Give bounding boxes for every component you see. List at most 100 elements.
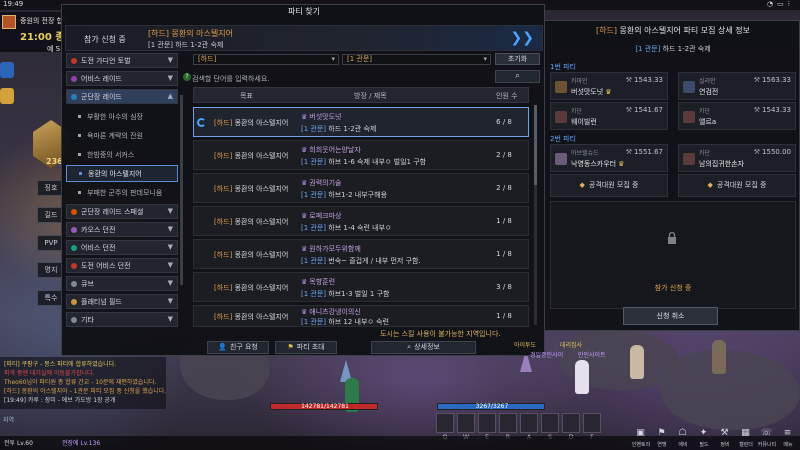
raid-item[interactable]: 부패한 군주의 판데모니움 — [66, 184, 178, 201]
table-row[interactable]: [하드] 몽환의 아스텔지어 ♛ 로페크마상 [1 관문] 하브 1-4 숙련 내… — [193, 206, 529, 236]
system-menu-icon[interactable]: ✦ — [696, 428, 711, 441]
column-header: 목표 — [240, 92, 253, 100]
chat-message: 피격 중엔 대기실에 이동불가합니다. — [4, 370, 95, 377]
chevron-down-icon: ▼ — [167, 225, 173, 233]
recruit-slot[interactable]: ◆ 공격대원 모집 중 — [678, 174, 796, 197]
skill-slot[interactable] — [520, 413, 538, 433]
system-menu-label: 인벤토리 — [631, 442, 651, 448]
application-banner[interactable]: 참가 신청 중 [하드] 몽환의 아스텔지어 [1 관문] 하드 1-2관 숙제… — [65, 25, 543, 51]
category-item[interactable]: 군단장 레이드 ▲ — [66, 89, 178, 104]
system-menu-icon[interactable]: ⚒ — [717, 428, 732, 441]
item-level-value: 1543.33 — [634, 76, 663, 84]
member-class: 카단 — [699, 108, 711, 115]
recruit-slot[interactable]: ◆ 공격대원 모집 중 — [550, 174, 668, 197]
stage-select[interactable]: [1 관문] ▾ — [342, 54, 491, 65]
chevron-right-icon[interactable]: ❯❯ — [511, 30, 534, 46]
chevron-down-icon: ▼ — [167, 243, 173, 251]
category-item[interactable]: 큐브 ▼ — [66, 276, 178, 291]
system-menu-icon[interactable]: ☖ — [675, 428, 690, 441]
table-row[interactable]: [하드] 몽환의 아스텔지어 ♛ 목향훈련 [1 관문] 하브1-3 벌일 1 구… — [193, 272, 529, 302]
search-icon: ⌕ — [514, 71, 521, 81]
party-finder-window: 파티 찾기 참가 신청 중 [하드] 몽환의 아스텔지어 [1 관문] 하드 1… — [61, 4, 545, 356]
table-row[interactable]: [하드] 몽환의 아스텔지어 ♛ 희희웃어는양날자 [1 관문] 하브 1-6 숙… — [193, 140, 529, 170]
chat-input[interactable]: 지역 — [0, 415, 200, 425]
skill-slot[interactable] — [583, 413, 601, 433]
table-row[interactable]: [하드] 몽환의 아스텔지어 ♛ 버섯맛도넛 [1 관문] 하드 1-2관 숙제 … — [193, 107, 529, 137]
system-menu-label: 필드 — [699, 442, 709, 448]
row-stage: [1 관문] — [301, 125, 327, 133]
skill-slot[interactable] — [478, 413, 496, 433]
category-item[interactable]: 플래티넘 필드 ▼ — [66, 294, 178, 309]
cancel-application-button[interactable]: 신청 취소 — [623, 307, 718, 325]
row-desc-text: 하브1-2 내부구해용 — [328, 191, 388, 199]
event-icon — [2, 15, 16, 29]
table-row[interactable]: [하드] 몽환의 아스텔지어 ♛ 애니츠강냉이의신 [1 관문] 하브 12 내부… — [193, 305, 529, 327]
category-item[interactable]: 카오스 던전 ▼ — [66, 222, 178, 237]
chevron-down-icon: ▼ — [167, 297, 173, 305]
class-icon — [555, 111, 567, 123]
party-member[interactable]: 카단 웨이빌런 ⚒ 1541.67 — [550, 102, 668, 130]
chevron-down-icon: ▼ — [167, 56, 173, 64]
system-menu-label: 연맹 — [657, 442, 667, 448]
search-button[interactable]: ⌕ — [495, 70, 540, 83]
member-name-text: 버섯맛도넛 — [571, 88, 604, 96]
table-scrollbar[interactable] — [534, 105, 537, 325]
item-level-value: 1543.33 — [762, 106, 791, 114]
row-dungeon: [하드] 몽환의 아스텔지어 — [214, 250, 288, 260]
system-menu-icon[interactable]: ≡ — [780, 428, 795, 441]
party-member[interactable]: 카단 앨르a ⚒ 1543.33 — [678, 102, 796, 130]
mp-bar: 3267/3267 — [437, 403, 545, 410]
table-row[interactable]: [하드] 몽환의 아스텔지어 ♛ 권력의기술 [1 관문] 하브1-2 내부구해용… — [193, 173, 529, 203]
party-invite-button[interactable]: ⚑ 파티 초대 — [275, 341, 337, 354]
category-icon — [71, 244, 77, 251]
raid-item-selected[interactable]: 몽환의 아스텔지어 — [66, 165, 178, 182]
skill-slot[interactable] — [499, 413, 517, 433]
raid-item[interactable]: 욕마른 계략의 잔원 — [66, 127, 178, 144]
category-scrollbar[interactable] — [180, 95, 183, 285]
party-member[interactable]: 카단 남의집귀한손자 ⚒ 1550.00 — [678, 144, 796, 172]
reset-button[interactable]: 초기화 — [495, 53, 540, 65]
category-item[interactable]: 도전 가디언 토벌 ▼ — [66, 53, 178, 68]
member-name: 낙영동스카우터 ♛ — [571, 159, 624, 169]
party-member[interactable]: 실리안 연검전 ⚒ 1563.33 — [678, 72, 796, 100]
category-item[interactable]: 어비스 레이드 ▼ — [66, 71, 178, 86]
category-item[interactable]: 군단장 레이드 스페셜 ▼ — [66, 204, 178, 219]
skill-slot[interactable] — [541, 413, 559, 433]
recruit-icon: ◆ — [579, 181, 585, 189]
friend-request-button[interactable]: 👤 친구 요청 — [207, 341, 269, 354]
buff-icon[interactable] — [0, 62, 14, 78]
chat-window[interactable]: [파티] 쿠팡구 - 몽스 파티에 합류하였습니다. 피격 중엔 대기실에 이동… — [0, 357, 166, 409]
raid-item[interactable]: 부활한 아수의 심장 — [66, 108, 178, 125]
event-tracker[interactable]: 중원의 전장 합류 21:00 종료 예 S — [0, 12, 74, 53]
leader-name: 희희웃어는양날자 — [309, 146, 361, 154]
detail-info-button[interactable]: ⌕ 상세정보 — [371, 341, 476, 354]
system-menu-icon[interactable]: ⚑ — [654, 428, 669, 441]
category-item[interactable]: 도전 어비스 던전 ▼ — [66, 258, 178, 273]
system-menu-icon[interactable]: ▣ — [633, 428, 648, 441]
chevron-down-icon: ▾ — [483, 55, 487, 63]
skill-slot[interactable] — [436, 413, 454, 433]
party-member[interactable]: 카마인 버섯맛도넛 ♛ ⚒ 1543.33 — [550, 72, 668, 100]
table-row[interactable]: [하드] 몽환의 아스텔지어 ♛ 원하가모두위함께 [1 관문] 번숙~ 즐겁게 … — [193, 239, 529, 269]
row-dungeon: [하드] 몽환의 아스텔지어 — [214, 151, 288, 161]
difficulty-select[interactable]: [하드] ▾ — [193, 54, 339, 65]
lock-icon — [668, 232, 676, 244]
category-item[interactable]: 기타 ▼ — [66, 312, 178, 327]
category-item[interactable]: 어비스 던전 ▼ — [66, 240, 178, 255]
scrollbar-thumb[interactable] — [534, 105, 537, 185]
item-level: ⚒ 1543.33 — [754, 106, 791, 114]
row-stage: [1 관문] — [301, 290, 327, 298]
raid-item[interactable]: 한밤중의 서커스 — [66, 146, 178, 163]
system-menu-icon[interactable]: ▦ — [738, 428, 753, 441]
system-menu-icon[interactable]: ☏ — [759, 428, 774, 441]
chevron-down-icon: ▼ — [167, 315, 173, 323]
skill-slot[interactable] — [457, 413, 475, 433]
member-class: 아브렐슈드 — [571, 150, 599, 157]
skill-slot[interactable] — [562, 413, 580, 433]
chevron-down-icon: ▼ — [167, 279, 173, 287]
item-level-value: 1563.33 — [762, 76, 791, 84]
item-level-value: 1550.00 — [762, 148, 791, 156]
row-member-count: 6 / 8 — [496, 118, 512, 126]
buff-icon[interactable] — [0, 88, 14, 104]
party-member[interactable]: 아브렐슈드 낙영동스카우터 ♛ ⚒ 1551.67 — [550, 144, 668, 172]
